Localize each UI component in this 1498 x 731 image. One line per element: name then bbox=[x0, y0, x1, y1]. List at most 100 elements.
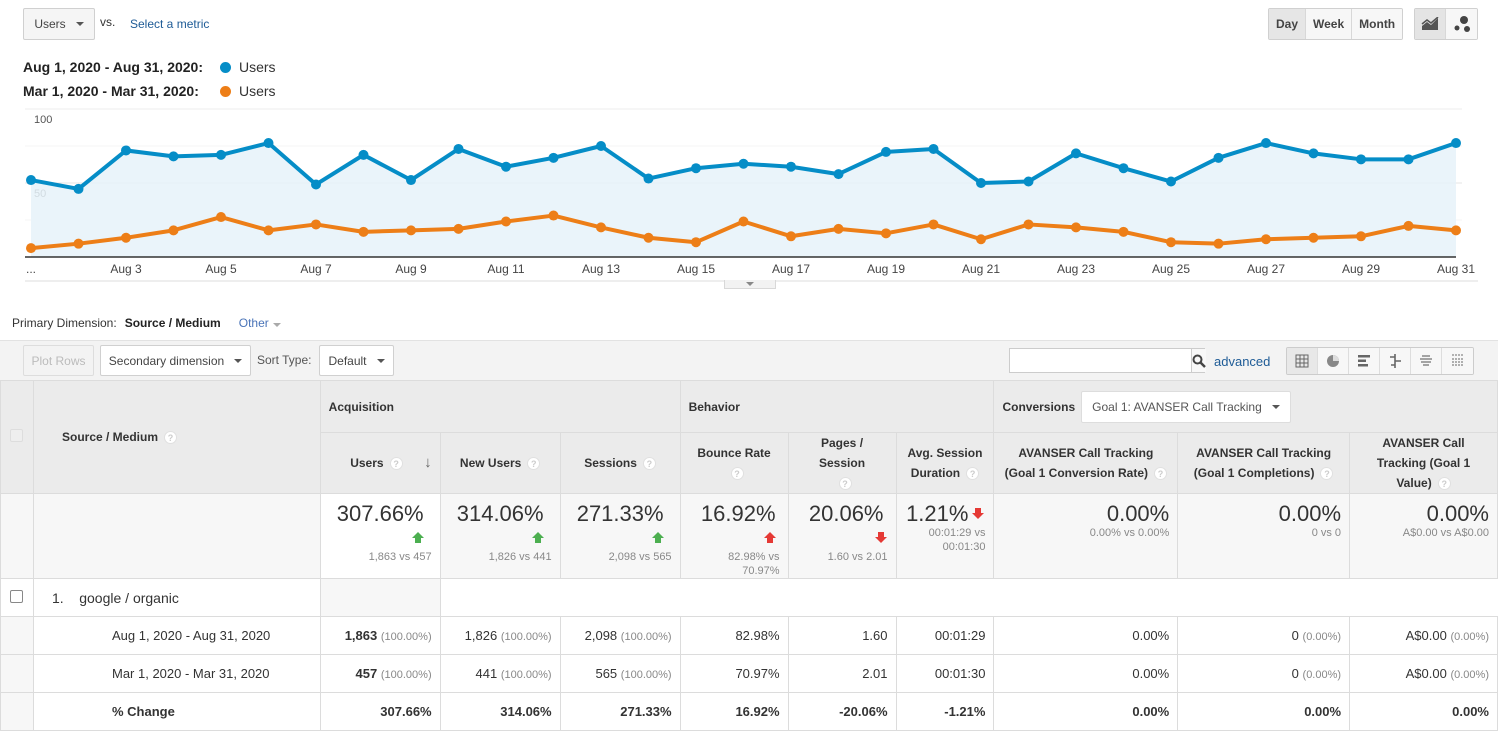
data-point[interactable] bbox=[1071, 222, 1081, 233]
column-header-avg-session-duration[interactable]: Avg. Session Duration? bbox=[895, 432, 995, 494]
data-point[interactable] bbox=[691, 237, 701, 248]
data-point[interactable] bbox=[73, 238, 84, 249]
data-point[interactable] bbox=[1166, 176, 1176, 187]
help-icon[interactable]: ? bbox=[1154, 467, 1168, 481]
data-point[interactable] bbox=[453, 143, 464, 154]
column-header-users[interactable]: Users? ↓ bbox=[319, 432, 441, 494]
data-point[interactable] bbox=[26, 175, 36, 186]
data-point[interactable] bbox=[168, 151, 179, 162]
help-icon[interactable]: ? bbox=[966, 467, 980, 481]
primary-dimension-active[interactable]: Source / Medium bbox=[125, 316, 221, 330]
column-header-completions[interactable]: AVANSER Call Tracking (Goal 1 Completion… bbox=[1177, 432, 1351, 494]
data-point[interactable] bbox=[1023, 219, 1034, 230]
data-point[interactable] bbox=[1071, 148, 1081, 159]
term-cloud-button[interactable] bbox=[1411, 348, 1442, 374]
comparison-view-button[interactable] bbox=[1380, 348, 1411, 374]
help-icon[interactable]: ? bbox=[527, 457, 541, 471]
percentage-view-button[interactable] bbox=[1318, 348, 1349, 374]
week-button[interactable]: Week bbox=[1306, 9, 1353, 39]
data-point[interactable] bbox=[121, 145, 131, 156]
data-point[interactable] bbox=[976, 178, 986, 188]
data-point[interactable] bbox=[548, 210, 559, 221]
data-point[interactable] bbox=[1308, 148, 1319, 159]
data-point[interactable] bbox=[928, 143, 939, 154]
data-point[interactable] bbox=[358, 226, 369, 237]
data-point[interactable] bbox=[1118, 163, 1129, 174]
data-point[interactable] bbox=[73, 183, 84, 194]
data-point[interactable] bbox=[643, 173, 654, 184]
day-button[interactable]: Day bbox=[1269, 9, 1307, 39]
data-point[interactable] bbox=[311, 179, 321, 190]
help-icon[interactable]: ? bbox=[642, 457, 656, 471]
data-point[interactable] bbox=[1213, 238, 1224, 249]
data-point[interactable] bbox=[1451, 225, 1461, 236]
data-point[interactable] bbox=[1451, 138, 1461, 149]
column-header-pages-session[interactable]: Pages / Session? bbox=[787, 432, 897, 494]
help-icon[interactable]: ? bbox=[164, 431, 178, 445]
data-point[interactable] bbox=[738, 158, 749, 169]
data-point[interactable] bbox=[501, 216, 511, 227]
motion-chart-button[interactable] bbox=[1446, 9, 1477, 39]
month-button[interactable]: Month bbox=[1352, 9, 1403, 39]
data-point[interactable] bbox=[1403, 220, 1414, 231]
data-point[interactable] bbox=[216, 149, 226, 160]
data-point[interactable] bbox=[928, 219, 939, 230]
data-point[interactable] bbox=[168, 225, 179, 236]
data-point[interactable] bbox=[1118, 226, 1129, 237]
column-header-new-users[interactable]: New Users? bbox=[439, 432, 561, 494]
data-point[interactable] bbox=[1356, 154, 1366, 165]
secondary-dimension-select[interactable]: Secondary dimension bbox=[100, 345, 251, 376]
data-point[interactable] bbox=[596, 222, 606, 233]
data-point[interactable] bbox=[1261, 234, 1271, 245]
data-point[interactable] bbox=[26, 243, 36, 254]
data-point[interactable] bbox=[1261, 138, 1271, 149]
help-icon[interactable]: ? bbox=[1320, 467, 1334, 481]
data-point[interactable] bbox=[121, 232, 131, 243]
data-point[interactable] bbox=[1166, 237, 1176, 248]
data-point[interactable] bbox=[833, 169, 844, 180]
data-point[interactable] bbox=[1308, 232, 1319, 243]
data-point[interactable] bbox=[1403, 154, 1414, 165]
data-point[interactable] bbox=[596, 141, 606, 151]
data-point[interactable] bbox=[738, 216, 749, 227]
data-point[interactable] bbox=[1213, 152, 1224, 163]
search-input[interactable] bbox=[1010, 349, 1191, 372]
data-point[interactable] bbox=[786, 161, 796, 172]
goal-select[interactable]: Goal 1: AVANSER Call Tracking bbox=[1081, 390, 1291, 423]
help-icon[interactable]: ? bbox=[838, 477, 852, 491]
data-point[interactable] bbox=[453, 223, 464, 234]
other-dimension-dropdown[interactable]: Other bbox=[239, 316, 281, 330]
data-point[interactable] bbox=[786, 231, 796, 242]
data-point[interactable] bbox=[643, 232, 654, 243]
data-point[interactable] bbox=[263, 138, 274, 149]
data-point[interactable] bbox=[881, 228, 891, 239]
column-header-goal-value[interactable]: AVANSER Call Tracking (Goal 1 Value)? bbox=[1349, 432, 1498, 494]
advanced-filter-link[interactable]: advanced bbox=[1214, 354, 1270, 369]
plot-rows-button[interactable]: Plot Rows bbox=[23, 345, 94, 376]
data-point[interactable] bbox=[216, 212, 226, 223]
sort-type-select[interactable]: Default bbox=[319, 345, 394, 376]
data-point[interactable] bbox=[263, 225, 274, 236]
performance-view-button[interactable] bbox=[1349, 348, 1380, 374]
data-point[interactable] bbox=[1356, 231, 1366, 242]
select-all-checkbox[interactable] bbox=[10, 429, 24, 442]
search-button[interactable] bbox=[1191, 349, 1206, 372]
line-chart-button[interactable] bbox=[1415, 9, 1446, 39]
data-point[interactable] bbox=[311, 219, 321, 230]
row-dimension-link[interactable]: google / organic bbox=[79, 590, 179, 606]
column-header-bounce-rate[interactable]: Bounce Rate? bbox=[679, 432, 789, 494]
data-point[interactable] bbox=[833, 223, 844, 234]
data-point[interactable] bbox=[881, 146, 891, 157]
data-point[interactable] bbox=[1023, 176, 1034, 187]
data-point[interactable] bbox=[406, 225, 416, 236]
data-point[interactable] bbox=[691, 163, 701, 174]
help-icon[interactable]: ? bbox=[389, 457, 403, 471]
data-point[interactable] bbox=[501, 161, 511, 172]
data-point[interactable] bbox=[406, 175, 416, 186]
column-header-conversion-rate[interactable]: AVANSER Call Tracking (Goal 1 Conversion… bbox=[993, 432, 1179, 494]
data-view-button[interactable] bbox=[1287, 348, 1318, 374]
help-icon[interactable]: ? bbox=[730, 467, 744, 481]
data-point[interactable] bbox=[548, 152, 559, 163]
data-point[interactable] bbox=[976, 234, 986, 245]
select-metric-link[interactable]: Select a metric bbox=[130, 17, 209, 31]
